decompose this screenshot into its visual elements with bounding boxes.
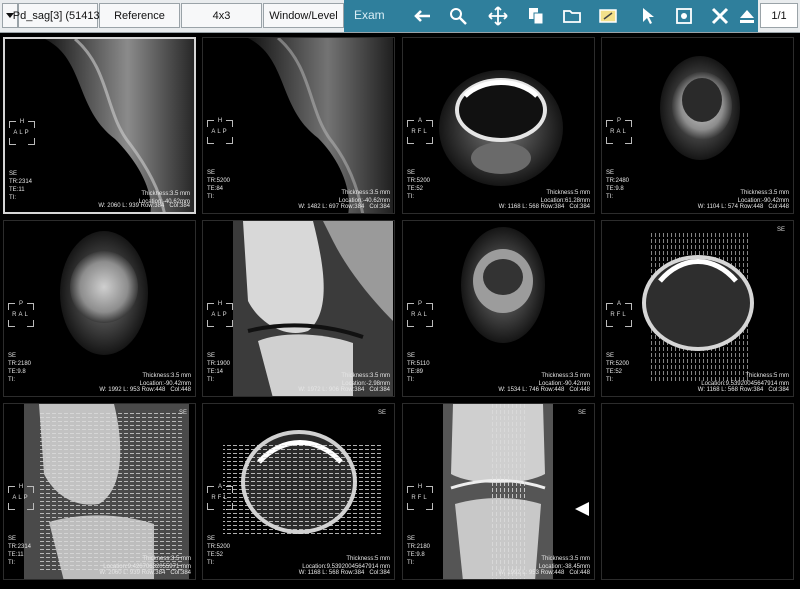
image-cell-11[interactable]: SE H RFL SE TR:2180 TE:9.8 TI: Thickness:3.5… xyxy=(402,403,595,580)
layout-button[interactable]: 4x3 xyxy=(181,3,262,28)
window-info: W: 1972 L: 906 Row:384 Col:384 xyxy=(298,387,390,393)
close-icon[interactable] xyxy=(710,6,730,26)
image-cell-3[interactable]: A RFL SE TR:5200 TE:52 TI: Thickness:5 mm Loc… xyxy=(402,37,595,214)
orientation-marker: H ALP xyxy=(207,301,233,327)
slice-info: Thickness:3.5 mm Location:9.4267063205597… xyxy=(103,556,191,570)
image-cell-9[interactable]: SE H ALP SE TR:2314 TE:11 TI: Thickness:3.5 … xyxy=(3,403,196,580)
sequence-info: SE TR:2180 TE:9.8 TI: xyxy=(8,353,32,383)
window-level-button[interactable]: Window/Level xyxy=(263,3,344,28)
tool-strip: Exam xyxy=(344,0,758,32)
orientation-marker: A RFL xyxy=(207,484,233,510)
slice-info: Thickness:3.5 mm Location:-40.62mm xyxy=(338,190,390,204)
reference-arrow-icon[interactable] xyxy=(575,502,589,516)
toolbar: Pd_sag[3] (51413) Reference 4x3 Window/L… xyxy=(0,0,800,33)
eject-icon[interactable] xyxy=(737,6,757,26)
sequence-info: SE TR:5200 TE:52 TI: xyxy=(207,536,231,566)
sequence-info: SE TR:2480 TE:9.8 TI: xyxy=(606,170,630,200)
capture-icon[interactable] xyxy=(674,6,694,26)
slice-info: Thickness:5 mm Location:61.28mm xyxy=(540,190,590,204)
window-info: W: 2060 L: 939 Row:384 Col:384 xyxy=(98,203,190,209)
image-cell-7[interactable]: P RAL SE TR:5110 TE:89 TI: Thickness:3.5 mm L… xyxy=(402,220,595,397)
image-cell-10[interactable]: SE A RFL SE TR:5200 TE:52 TI: Thickness:5 mm… xyxy=(202,403,395,580)
slice-info: Thickness:3.5 mm Location:-90.42mm xyxy=(538,373,590,387)
sequence-info: SE TR:5110 TE:89 TI: xyxy=(407,353,430,383)
window-info: W: 1168 L: 568 Row:384 Col:384 xyxy=(697,387,789,393)
window-info: W: 1168 L: 568 Row:384 Col:384 xyxy=(498,204,590,210)
image-cell-4[interactable]: P RAL SE TR:2480 TE:9.8 TI: Thickness:3.5 mm… xyxy=(601,37,794,214)
sequence-info: SE TR:1900 TE:14 TI: xyxy=(207,353,231,383)
page-indicator: 1/1 xyxy=(760,3,798,28)
window-info: W: 1992 L: 953 Row:448 Col:448 xyxy=(498,570,590,576)
reference-button[interactable]: Reference xyxy=(99,3,180,28)
series-mark: SE xyxy=(377,410,386,416)
orientation-marker: H ALP xyxy=(207,118,233,144)
sequence-info: SE TR:2314 TE:11 TI: xyxy=(9,171,33,201)
window-info: W: 1992 L: 953 Row:448 Col:448 xyxy=(99,387,191,393)
exam-label[interactable]: Exam xyxy=(354,8,385,22)
orientation-marker: H ALP xyxy=(9,119,35,145)
image-cell-6[interactable]: H ALP SE TR:1900 TE:14 TI: Thickness:3.5 mm L… xyxy=(202,220,395,397)
window-info: W: 1168 L: 568 Row:384 Col:384 xyxy=(298,570,390,576)
folder-icon[interactable] xyxy=(562,6,582,26)
window-info: W: 1104 L: 574 Row:448 Col:448 xyxy=(697,204,789,210)
copy-icon[interactable] xyxy=(526,6,546,26)
orientation-marker: H ALP xyxy=(8,484,34,510)
orientation-marker: A RFL xyxy=(407,118,433,144)
search-zoom-icon[interactable] xyxy=(448,6,468,26)
series-mark: SE xyxy=(178,410,187,416)
window-info: W: 2060 L: 939 Row:384 Col:384 xyxy=(99,570,191,576)
sequence-info: SE TR:5200 TE:84 TI: xyxy=(207,170,231,200)
orientation-marker: A RFL xyxy=(606,301,632,327)
sequence-info: SE TR:2180 TE:9.8 TI: xyxy=(407,536,431,566)
slice-info: Thickness:5 mm Location:9.53920045647914 … xyxy=(302,556,390,570)
pointer-icon[interactable] xyxy=(638,6,658,26)
image-cell-2[interactable]: H ALP SE TR:5200 TE:84 TI: Thickness:3.5 mm L… xyxy=(202,37,395,214)
series-mark: SE xyxy=(577,410,586,416)
sequence-info: SE TR:2314 TE:11 TI: xyxy=(8,536,32,566)
orientation-marker: P RAL xyxy=(407,301,433,327)
sequence-info: SE TR:5200 TE:52 TI: xyxy=(407,170,431,200)
annotate-icon[interactable] xyxy=(598,6,618,26)
pan-move-icon[interactable] xyxy=(488,6,508,26)
slice-info: Thickness:3.5 mm Location:-2.98mm xyxy=(341,373,390,387)
viewer-grid: H ALP SE TR:2314 TE:11 TI: Thickness:3.5 mm L… xyxy=(0,33,800,589)
orientation-marker: P RAL xyxy=(8,301,34,327)
slice-info: Thickness:5 mm Location:9.53920045647914 … xyxy=(701,373,789,387)
window-info: W: 1534 L: 746 Row:448 Col:448 xyxy=(498,387,590,393)
image-cell-5[interactable]: P RAL SE TR:2180 TE:9.8 TI: Thickness:3.5 mm… xyxy=(3,220,196,397)
series-selector[interactable]: Pd_sag[3] (51413) xyxy=(13,3,103,28)
image-cell-1[interactable]: H ALP SE TR:2314 TE:11 TI: Thickness:3.5 mm L… xyxy=(3,37,196,214)
image-cell-8[interactable]: SE A RFL SE TR:5200 TE:52 TI: Thickness:5 mm… xyxy=(601,220,794,397)
sequence-info: SE TR:5200 TE:52 TI: xyxy=(606,353,630,383)
slice-info: Thickness:3.5 mm Location:-90.42mm xyxy=(737,190,789,204)
series-mark: SE xyxy=(776,227,785,233)
slice-info: Thickness:3.5 mm Location:-90.42mm xyxy=(139,373,191,387)
window-info: W: 1482 L: 697 Row:384 Col:384 xyxy=(298,204,390,210)
orientation-marker: H RFL xyxy=(407,484,433,510)
back-arrow-icon[interactable] xyxy=(412,6,432,26)
slice-info: Thickness:3.5 mm Location:-38.45mm xyxy=(538,556,590,570)
orientation-marker: P RAL xyxy=(606,118,632,144)
image-cell-12-empty[interactable] xyxy=(601,403,794,580)
